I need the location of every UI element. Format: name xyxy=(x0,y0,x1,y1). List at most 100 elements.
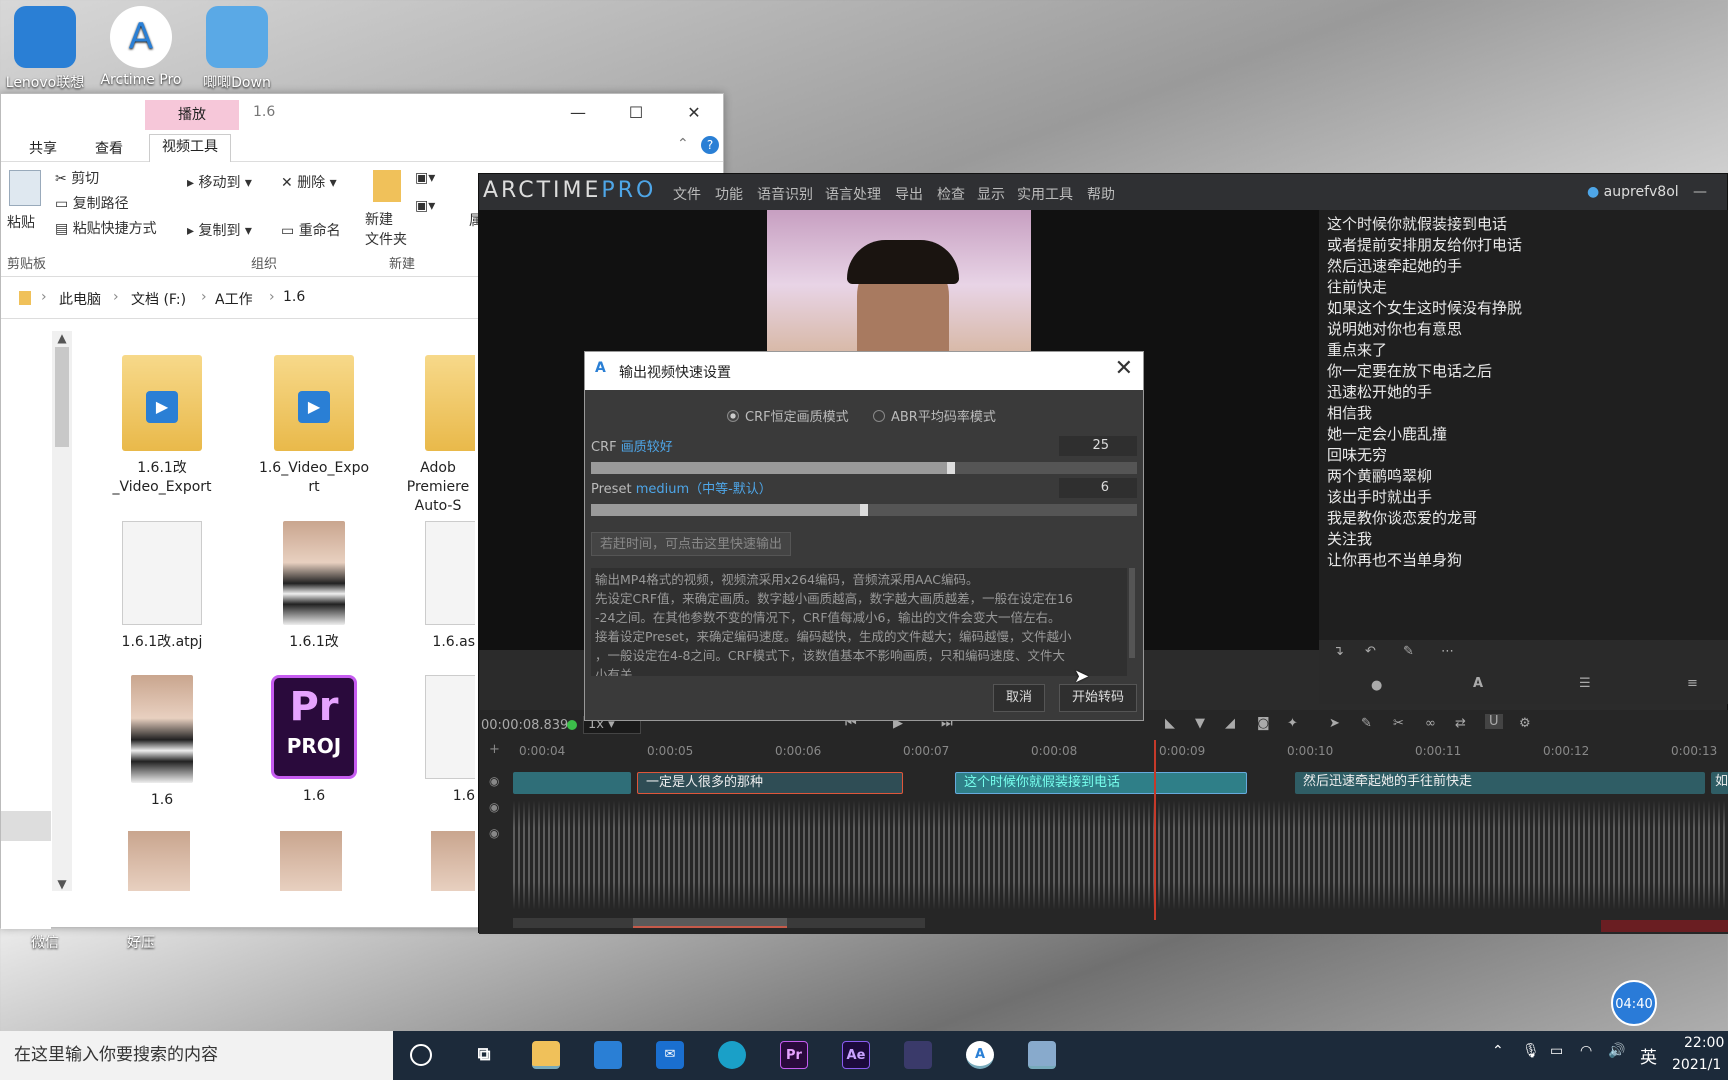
scroll-thumb[interactable] xyxy=(633,918,787,928)
crf-slider-handle[interactable] xyxy=(947,462,955,474)
video-thumbnail[interactable] xyxy=(128,831,190,891)
breadcrumb-this-pc[interactable]: 此电脑 xyxy=(59,289,101,309)
wifi-icon[interactable]: ◠ xyxy=(1580,1043,1592,1059)
minimize-button[interactable]: — xyxy=(563,100,593,126)
file-item[interactable]: 1.6.1改.atpj xyxy=(97,521,227,652)
menu-utilities[interactable]: 实用工具 xyxy=(1017,184,1073,204)
file-item[interactable]: 1.6 xyxy=(401,675,475,806)
text-style-icon[interactable]: A xyxy=(1473,676,1483,691)
microphone-icon[interactable]: 🎙 xyxy=(1522,1043,1540,1059)
marker-down-icon[interactable]: ▼ xyxy=(1195,716,1205,731)
cut-button[interactable]: ✂ 剪切 xyxy=(55,168,99,188)
add-track-icon[interactable]: + xyxy=(489,742,500,757)
scrollbar[interactable]: ▲ ▼ xyxy=(52,331,72,891)
preset-slider[interactable] xyxy=(591,504,1137,516)
more-icon[interactable]: ⋯ xyxy=(1441,644,1454,659)
time-ruler[interactable]: 0:00:04 0:00:05 0:00:06 0:00:07 0:00:08 … xyxy=(513,740,1728,764)
app-taskbar-icon[interactable] xyxy=(1028,1041,1056,1069)
gear-icon[interactable]: ⚙ xyxy=(1519,716,1531,731)
quick-export-button[interactable]: 若赶时间，可点击这里快速输出 xyxy=(591,532,792,556)
paste-button[interactable]: 粘贴 xyxy=(7,212,35,232)
ime-indicator[interactable]: 英 xyxy=(1640,1043,1657,1068)
subtitle-clip[interactable]: 一定是人很多的那种 xyxy=(637,772,903,794)
desktop-icon-arctime[interactable]: A Arctime Pro xyxy=(98,6,184,88)
file-item[interactable]: Pr PROJ 1.6 xyxy=(249,675,379,806)
timeline[interactable]: + 0:00:04 0:00:05 0:00:06 0:00:07 0:00:0… xyxy=(479,740,1728,934)
subtitle-clip[interactable]: 然后迅速牵起她的手往前快走 xyxy=(1295,772,1705,794)
pencil-icon[interactable]: ✎ xyxy=(1403,644,1414,659)
subtitle-clip[interactable]: 如 xyxy=(1711,772,1728,794)
import-icon[interactable]: ↴ xyxy=(1333,644,1344,659)
file-item[interactable]: ▶ 1.6.1改 _Video_Export xyxy=(97,355,227,497)
rename-button[interactable]: ▭ 重命名 xyxy=(281,220,341,240)
close-icon[interactable]: ✕ xyxy=(1115,356,1133,381)
link-tool-icon[interactable]: ∞ xyxy=(1425,716,1436,731)
delete-button[interactable]: ✕ 删除 ▾ xyxy=(281,172,337,192)
desktop-icon-lenovo[interactable]: Lenovo联想 xyxy=(2,6,88,92)
horizontal-scrollbar[interactable] xyxy=(513,918,925,928)
settings-sliders-icon[interactable]: ≡ xyxy=(1687,676,1698,691)
copy-to-button[interactable]: ▸ 复制到 ▾ xyxy=(187,220,252,240)
tab-share[interactable]: 共享 xyxy=(29,138,57,158)
menu-check[interactable]: 检查 xyxy=(937,184,965,204)
abr-mode-radio[interactable]: ABR平均码率模式 xyxy=(873,406,996,425)
start-transcode-button[interactable]: 开始转码 xyxy=(1059,684,1137,712)
eye-icon[interactable]: ◉ xyxy=(489,774,499,788)
file-explorer-icon[interactable] xyxy=(532,1041,560,1069)
comment-icon[interactable]: ● xyxy=(1371,678,1382,693)
clock-time[interactable]: 22:00 xyxy=(1684,1035,1724,1051)
desktop-icon-wechat[interactable]: 微信 xyxy=(2,932,88,952)
subtitle-text-panel[interactable]: 这个时候你就假装接到电话 或者提前安排朋友给你打电话 然后迅速牵起她的手 往前快… xyxy=(1319,210,1728,650)
copy-path-button[interactable]: ▭ 复制路径 xyxy=(55,193,129,213)
preset-slider-handle[interactable] xyxy=(860,504,868,516)
clock-date[interactable]: 2021/1 xyxy=(1672,1057,1721,1073)
playhead[interactable] xyxy=(1154,740,1156,920)
scroll-down-icon[interactable]: ▼ xyxy=(52,877,72,891)
new-item-icon[interactable]: ▣▾ xyxy=(415,170,435,186)
cancel-button[interactable]: 取消 xyxy=(993,684,1045,712)
file-item[interactable]: 1.6 xyxy=(97,675,227,810)
close-button[interactable]: ✕ xyxy=(679,100,709,126)
recording-timer[interactable]: 04:40 xyxy=(1611,980,1657,1026)
cortana-icon[interactable] xyxy=(410,1044,432,1066)
file-item[interactable]: Adob Premiere Auto-S xyxy=(401,355,475,516)
breadcrumb-current[interactable]: 1.6 xyxy=(283,289,305,305)
description-text[interactable]: 输出MP4格式的视频，视频流采用x264编码，音频流采用AAC编码。 先设定CR… xyxy=(591,568,1127,676)
premiere-icon[interactable]: Pr xyxy=(780,1041,808,1069)
marker-left-icon[interactable]: ◣ xyxy=(1165,716,1175,731)
menu-export[interactable]: 导出 xyxy=(895,184,923,204)
menu-function[interactable]: 功能 xyxy=(715,184,743,204)
magnet-tool-icon[interactable]: U xyxy=(1485,714,1503,729)
minimize-icon[interactable]: — xyxy=(1693,184,1707,200)
video-thumbnail[interactable] xyxy=(280,831,342,891)
file-item[interactable]: 1.6.as xyxy=(401,521,475,652)
eye-icon[interactable]: ◉ xyxy=(489,826,499,840)
swap-tool-icon[interactable]: ⇄ xyxy=(1455,716,1466,731)
paste-shortcut-button[interactable]: ▤ 粘贴快捷方式 xyxy=(55,218,157,238)
tab-view[interactable]: 查看 xyxy=(95,138,123,158)
cut-tool-icon[interactable]: ✂ xyxy=(1393,716,1404,731)
camera-icon[interactable]: ◙ xyxy=(1257,716,1270,731)
cursor-tool-icon[interactable]: ➤ xyxy=(1329,716,1340,731)
menu-file[interactable]: 文件 xyxy=(673,184,701,204)
scroll-up-icon[interactable]: ▲ xyxy=(52,331,72,345)
wand-icon[interactable]: ✦ xyxy=(1287,716,1298,731)
marker-right-icon[interactable]: ◢ xyxy=(1225,716,1235,731)
preset-value-input[interactable]: 6 xyxy=(1059,478,1137,498)
easy-access-icon[interactable]: ▣▾ xyxy=(415,198,435,214)
crf-slider[interactable] xyxy=(591,462,1137,474)
store-icon[interactable] xyxy=(594,1041,622,1069)
menu-language-processing[interactable]: 语言处理 xyxy=(825,184,881,204)
user-account[interactable]: ● auprefv8ol xyxy=(1587,184,1679,200)
subtitle-clip[interactable] xyxy=(513,772,631,794)
nav-selected-item[interactable] xyxy=(1,811,51,841)
edit-tool-icon[interactable]: ✎ xyxy=(1361,716,1372,731)
collapse-ribbon-icon[interactable]: ⌃ xyxy=(677,136,689,152)
help-icon[interactable]: ? xyxy=(701,136,719,154)
video-thumbnail[interactable] xyxy=(431,831,475,891)
file-item[interactable]: ▶ 1.6_Video_Expo rt xyxy=(249,355,379,497)
menu-help[interactable]: 帮助 xyxy=(1087,184,1115,204)
edge-icon[interactable] xyxy=(718,1041,746,1069)
tray-expand-icon[interactable]: ⌃ xyxy=(1492,1043,1504,1059)
file-item[interactable]: 1.6.1改 xyxy=(249,521,379,652)
